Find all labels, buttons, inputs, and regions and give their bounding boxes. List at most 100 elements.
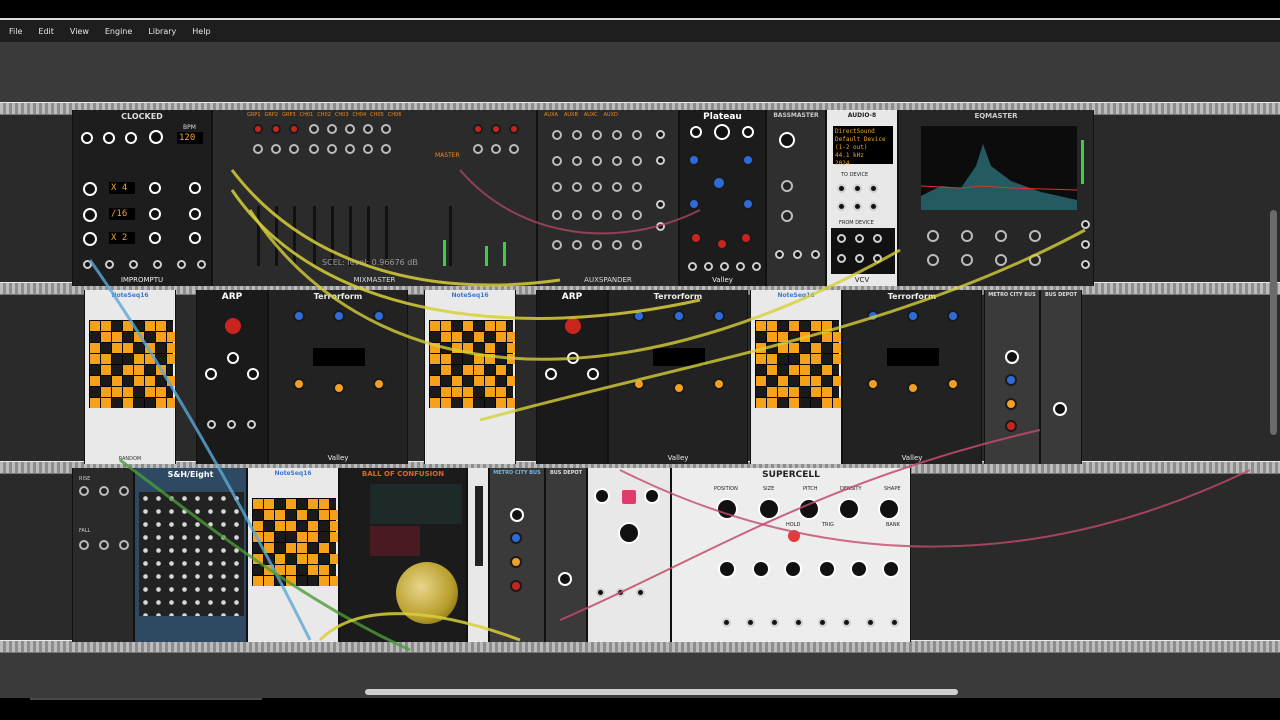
- rise-knob[interactable]: [79, 486, 89, 496]
- master-fader[interactable]: [449, 206, 452, 266]
- aux-knob[interactable]: [552, 240, 562, 250]
- eq-band-knob[interactable]: [995, 230, 1007, 242]
- seq-step-cell[interactable]: [441, 398, 451, 408]
- seq-step-cell[interactable]: [308, 565, 318, 575]
- aux-jack[interactable]: [656, 156, 665, 165]
- coarse-knob[interactable]: [333, 310, 345, 322]
- seq-step-cell[interactable]: [101, 365, 111, 375]
- fader[interactable]: [349, 206, 352, 266]
- envelope-module[interactable]: [587, 468, 671, 642]
- delay-knob[interactable]: [189, 182, 201, 194]
- arp-jack[interactable]: [207, 420, 216, 429]
- seq-step-cell[interactable]: [319, 576, 329, 586]
- seq-step-cell[interactable]: [112, 343, 122, 353]
- aux-knob[interactable]: [552, 210, 562, 220]
- seq-step-cell[interactable]: [800, 365, 810, 375]
- supercell-jack[interactable]: [746, 618, 755, 627]
- plateau-jack[interactable]: [752, 262, 761, 271]
- seq-step-cell[interactable]: [319, 510, 329, 520]
- seq-step-cell[interactable]: [811, 387, 821, 397]
- arp-module[interactable]: ARP: [196, 290, 268, 464]
- seq-step-cell[interactable]: [297, 554, 307, 564]
- rise-knob[interactable]: [119, 486, 129, 496]
- arp-module[interactable]: ARP: [536, 290, 608, 464]
- size-knob[interactable]: [758, 498, 780, 520]
- seq-step-cell[interactable]: [507, 376, 515, 386]
- seq-step-cell[interactable]: [833, 398, 841, 408]
- seq-step-cell[interactable]: [253, 499, 263, 509]
- eq-band-knob[interactable]: [995, 254, 1007, 266]
- seq-step-cell[interactable]: [275, 565, 285, 575]
- seq-step-cell[interactable]: [90, 376, 100, 386]
- seq-step-cell[interactable]: [496, 387, 506, 397]
- crossover-knob[interactable]: [779, 132, 795, 148]
- seq-step-cell[interactable]: [778, 387, 788, 397]
- seq-step-cell[interactable]: [145, 354, 155, 364]
- ball-of-confusion-module[interactable]: BALL OF CONFUSION: [339, 468, 467, 642]
- aux-knob[interactable]: [612, 240, 622, 250]
- seq-step-cell[interactable]: [308, 532, 318, 542]
- bus-knob[interactable]: [510, 532, 522, 544]
- audio-in-jack[interactable]: [853, 202, 862, 211]
- seq-step-cell[interactable]: [253, 521, 263, 531]
- audio-out-jack[interactable]: [837, 254, 846, 263]
- seq-step-cell[interactable]: [145, 376, 155, 386]
- seq-step-cell[interactable]: [789, 398, 799, 408]
- seq-step-cell[interactable]: [253, 554, 263, 564]
- supercell-jack[interactable]: [866, 618, 875, 627]
- seq-step-cell[interactable]: [452, 387, 462, 397]
- terrorform-module[interactable]: Terrorform Valley: [608, 290, 748, 464]
- seq-step-cell[interactable]: [789, 365, 799, 375]
- fader[interactable]: [385, 206, 388, 266]
- delay-knob[interactable]: [189, 208, 201, 220]
- menu-edit[interactable]: Edit: [30, 27, 62, 36]
- seq-step-cell[interactable]: [330, 521, 338, 531]
- ratio-knob[interactable]: [83, 182, 97, 196]
- decay-knob[interactable]: [673, 382, 685, 394]
- seq-step-cell[interactable]: [496, 321, 506, 331]
- seq-step-cell[interactable]: [496, 365, 506, 375]
- fine-knob[interactable]: [713, 310, 725, 322]
- channel-knob[interactable]: [289, 124, 299, 134]
- seq-step-cell[interactable]: [297, 532, 307, 542]
- supercell-jack[interactable]: [794, 618, 803, 627]
- plateau-jack[interactable]: [720, 262, 729, 271]
- swing-knob[interactable]: [149, 182, 161, 194]
- seq-step-cell[interactable]: [319, 543, 329, 553]
- seq-step-cell[interactable]: [264, 510, 274, 520]
- seq-step-cell[interactable]: [90, 321, 100, 331]
- channel-knob[interactable]: [327, 144, 337, 154]
- audio-in-jack[interactable]: [853, 184, 862, 193]
- bass-jack[interactable]: [775, 250, 784, 259]
- seq-step-cell[interactable]: [156, 365, 166, 375]
- env-button[interactable]: [622, 490, 636, 504]
- output-jack[interactable]: [129, 260, 138, 269]
- seq-step-cell[interactable]: [767, 398, 777, 408]
- seq-step-cell[interactable]: [430, 376, 440, 386]
- menu-engine[interactable]: Engine: [97, 27, 140, 36]
- bus-knob[interactable]: [1005, 398, 1017, 410]
- env-knob[interactable]: [618, 522, 640, 544]
- eq-band-knob[interactable]: [961, 230, 973, 242]
- seq-step-cell[interactable]: [90, 343, 100, 353]
- seq-step-cell[interactable]: [264, 532, 274, 542]
- channel-knob[interactable]: [473, 144, 483, 154]
- clock-knob[interactable]: [125, 132, 137, 144]
- seq-step-cell[interactable]: [756, 321, 766, 331]
- seq-step-cell[interactable]: [275, 554, 285, 564]
- aux-knob[interactable]: [552, 130, 562, 140]
- seq-step-cell[interactable]: [833, 343, 841, 353]
- aux-jack[interactable]: [656, 130, 665, 139]
- env-jack[interactable]: [636, 588, 645, 597]
- clock-knob[interactable]: [81, 132, 93, 144]
- sequence-grid[interactable]: [252, 498, 338, 586]
- arp-knob[interactable]: [587, 368, 599, 380]
- arp-knob[interactable]: [205, 368, 217, 380]
- fall-knob[interactable]: [99, 540, 109, 550]
- audio-in-jack[interactable]: [869, 184, 878, 193]
- seq-step-cell[interactable]: [112, 376, 122, 386]
- seq-step-cell[interactable]: [286, 543, 296, 553]
- seq-step-cell[interactable]: [167, 332, 175, 342]
- supercell-jack[interactable]: [890, 618, 899, 627]
- eq-band-knob[interactable]: [1029, 230, 1041, 242]
